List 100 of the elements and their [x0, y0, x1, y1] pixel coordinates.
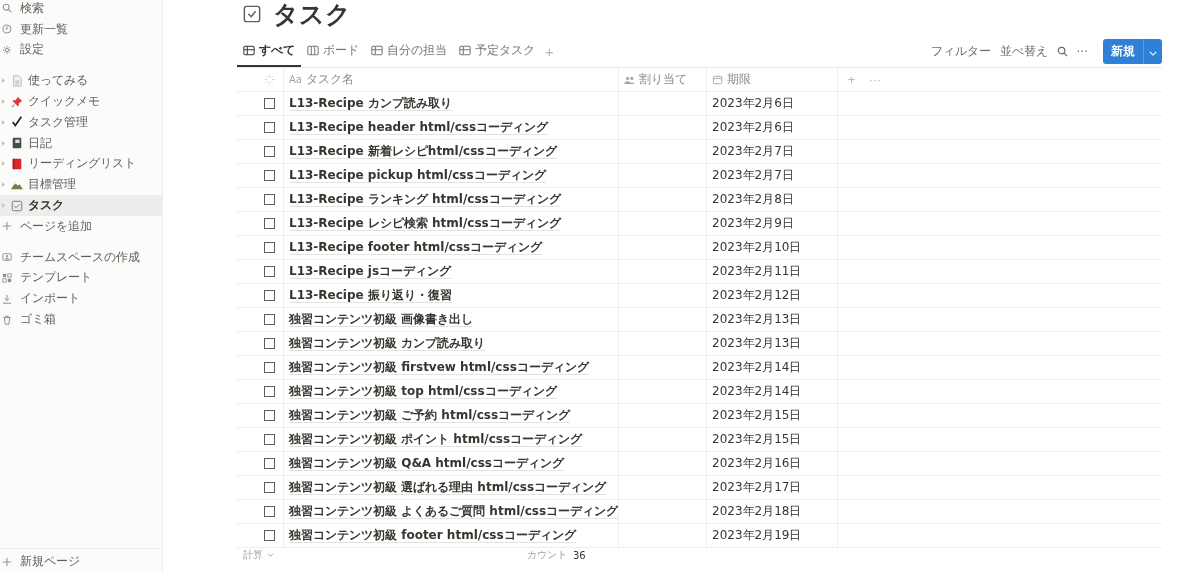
- due-date: 2023年2月10日: [712, 239, 802, 256]
- pushpin-icon: [11, 95, 23, 108]
- trash-icon: [2, 314, 12, 325]
- task-name[interactable]: L13-Recipe レシピ検索 html/cssコーディング: [289, 216, 561, 231]
- checkbox[interactable]: [264, 458, 275, 469]
- sort-button[interactable]: 並べ替え: [999, 43, 1048, 60]
- task-name[interactable]: 独習コンテンツ初級 Q&A html/cssコーディング: [289, 456, 564, 471]
- task-name[interactable]: 独習コンテンツ初級 画像書き出し: [289, 312, 474, 327]
- settings-icon: [2, 45, 12, 55]
- checkbox[interactable]: [264, 386, 275, 397]
- sidebar-page-item[interactable]: リーディングリスト: [0, 153, 162, 175]
- plus-icon: [2, 221, 12, 232]
- task-name[interactable]: L13-Recipe ランキング html/cssコーディング: [289, 192, 561, 207]
- columns-icon: [307, 45, 319, 56]
- sidebar-page-item[interactable]: 使ってみる: [0, 70, 162, 92]
- filter-button[interactable]: フィルター: [930, 43, 991, 60]
- checkbox[interactable]: [264, 434, 275, 445]
- caret-icon: [1149, 51, 1157, 56]
- new-page-button[interactable]: 新規ページ: [0, 551, 162, 572]
- sidebar-item[interactable]: ゴミ箱: [0, 309, 162, 330]
- checkbox[interactable]: [264, 362, 275, 373]
- column-header[interactable]: 割り当て: [639, 71, 687, 88]
- checkbox[interactable]: [264, 218, 275, 229]
- task-name[interactable]: L13-Recipe header html/cssコーディング: [289, 120, 549, 135]
- checkbox-icon: [243, 5, 261, 23]
- checkbox-icon: [11, 199, 23, 212]
- task-name[interactable]: L13-Recipe 振り返り・復習: [289, 288, 452, 303]
- task-name[interactable]: 独習コンテンツ初級 よくあるご質問 html/cssコーディング: [289, 504, 619, 519]
- template-icon: [2, 272, 12, 283]
- sidebar-item[interactable]: 設定: [0, 39, 162, 61]
- checkbox[interactable]: [264, 290, 275, 301]
- task-name[interactable]: L13-Recipe カンプ読み取り: [289, 96, 452, 111]
- sidebar-page-item[interactable]: タスク: [0, 195, 162, 216]
- sidebar-item[interactable]: 更新一覧: [0, 18, 162, 40]
- sidebar-item[interactable]: インポート: [0, 288, 162, 310]
- sidebar-page-item[interactable]: タスク管理: [0, 112, 162, 133]
- task-name[interactable]: 独習コンテンツ初級 ポイント html/cssコーディング: [289, 432, 583, 447]
- plus-icon: [2, 556, 12, 567]
- search-icon: [2, 3, 12, 14]
- checkbox[interactable]: [264, 242, 275, 253]
- task-name[interactable]: 独習コンテンツ初級 firstvew html/cssコーディング: [289, 360, 589, 375]
- page-title: タスク: [273, 0, 351, 31]
- sidebar-item[interactable]: 検索: [0, 0, 162, 19]
- due-date: 2023年2月7日: [712, 167, 794, 184]
- new-button[interactable]: 新規: [1103, 39, 1143, 64]
- due-date: 2023年2月6日: [712, 119, 794, 136]
- checkbox[interactable]: [264, 338, 275, 349]
- search-icon[interactable]: [1056, 46, 1068, 57]
- checkbox[interactable]: [264, 194, 275, 205]
- checkbox[interactable]: [264, 266, 275, 277]
- task-name[interactable]: L13-Recipe footer html/cssコーディング: [289, 240, 543, 255]
- download-icon: [2, 293, 12, 304]
- sidebar-page-item[interactable]: クイックメモ: [0, 91, 162, 112]
- due-date: 2023年2月8日: [712, 191, 794, 208]
- task-name[interactable]: L13-Recipe jsコーディング: [289, 264, 452, 279]
- sidebar-item[interactable]: テンプレート: [0, 267, 162, 289]
- due-date: 2023年2月13日: [712, 335, 802, 352]
- due-date: 2023年2月17日: [712, 479, 802, 496]
- checkbox[interactable]: [264, 506, 275, 517]
- checkbox[interactable]: [264, 122, 275, 133]
- checkbox[interactable]: [264, 530, 275, 541]
- task-name[interactable]: L13-Recipe 新着レシピhtml/cssコーディング: [289, 144, 557, 159]
- text-type-icon: Aa: [289, 74, 302, 85]
- table-icon: [459, 45, 471, 56]
- document-icon: [11, 74, 23, 87]
- view-tab[interactable]: ボード: [301, 36, 365, 67]
- due-date: 2023年2月13日: [712, 311, 802, 328]
- task-name[interactable]: 独習コンテンツ初級 footer html/cssコーディング: [289, 528, 576, 543]
- task-name[interactable]: 独習コンテンツ初級 top html/cssコーディング: [289, 384, 557, 399]
- checkbox[interactable]: [264, 98, 275, 109]
- view-tab[interactable]: 自分の担当: [365, 36, 453, 67]
- checkbox[interactable]: [264, 314, 275, 325]
- column-header[interactable]: 期限: [727, 71, 751, 88]
- column-header[interactable]: タスク名: [305, 71, 354, 88]
- due-date: 2023年2月19日: [712, 527, 802, 544]
- checkmark-icon: [11, 116, 23, 129]
- checkbox[interactable]: [264, 482, 275, 493]
- more-button[interactable]: ···: [1076, 44, 1088, 59]
- view-tab[interactable]: 予定タスク: [453, 36, 541, 67]
- checkbox[interactable]: [264, 170, 275, 181]
- people-icon: [624, 74, 635, 85]
- sidebar-page-item[interactable]: 目標管理: [0, 174, 162, 196]
- clock-icon: [2, 24, 12, 35]
- due-date: 2023年2月6日: [712, 95, 794, 112]
- task-name[interactable]: 独習コンテンツ初級 カンプ読み取り: [289, 336, 486, 351]
- due-date: 2023年2月11日: [712, 263, 802, 280]
- checkbox[interactable]: [264, 146, 275, 157]
- task-name[interactable]: 独習コンテンツ初級 選ばれる理由 html/cssコーディング: [289, 480, 607, 495]
- due-date: 2023年2月14日: [712, 359, 802, 376]
- task-name[interactable]: 独習コンテンツ初級 ご予約 html/cssコーディング: [289, 408, 571, 423]
- task-name[interactable]: L13-Recipe pickup html/cssコーディング: [289, 168, 546, 183]
- sidebar-item[interactable]: チームスペースの作成: [0, 246, 162, 268]
- view-tab[interactable]: すべて: [237, 36, 301, 67]
- add-page-button[interactable]: ページを追加: [0, 215, 162, 237]
- due-date: 2023年2月7日: [712, 143, 794, 160]
- due-date: 2023年2月18日: [712, 503, 802, 520]
- people-icon: [2, 252, 12, 263]
- checkbox[interactable]: [264, 410, 275, 421]
- sidebar-page-item[interactable]: 日記: [0, 132, 162, 154]
- book-icon: [11, 157, 23, 170]
